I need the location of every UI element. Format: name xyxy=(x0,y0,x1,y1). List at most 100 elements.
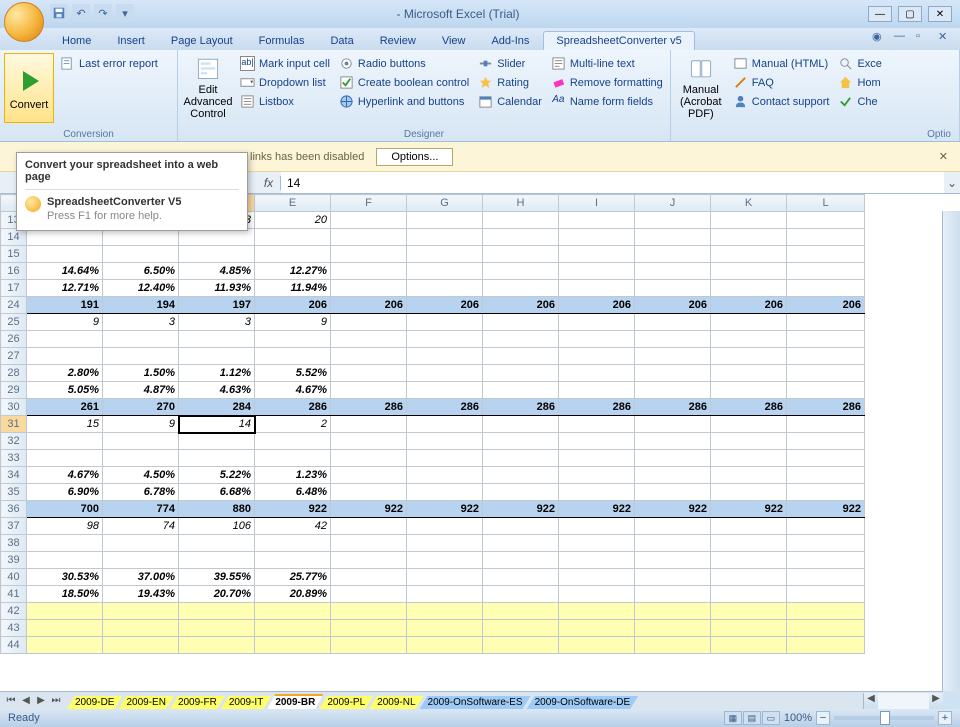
sheet-prev-icon[interactable]: ◀ xyxy=(19,695,33,706)
row-header-37[interactable]: 37 xyxy=(1,518,27,535)
cell-B29[interactable]: 5.05% xyxy=(27,382,103,399)
cell-B38[interactable] xyxy=(27,535,103,552)
sheet-tab-2009-OnSoftware-DE[interactable]: 2009-OnSoftware-DE xyxy=(527,696,639,709)
row-header-40[interactable]: 40 xyxy=(1,569,27,586)
sheet-tab-2009-OnSoftware-ES[interactable]: 2009-OnSoftware-ES xyxy=(420,696,531,709)
cell-K39[interactable] xyxy=(711,552,787,569)
ribbon-tab-data[interactable]: Data xyxy=(318,32,365,50)
row-header-39[interactable]: 39 xyxy=(1,552,27,569)
multi-line-text-button[interactable]: Multi-line text xyxy=(548,55,666,72)
cell-L24[interactable]: 206 xyxy=(787,297,865,314)
cell-E40[interactable]: 25.77% xyxy=(255,569,331,586)
cell-J41[interactable] xyxy=(635,586,711,603)
cell-C28[interactable]: 1.50% xyxy=(103,365,179,382)
cell-D34[interactable]: 5.22% xyxy=(179,467,255,484)
cell-D30[interactable]: 284 xyxy=(179,399,255,416)
cell-B30[interactable]: 261 xyxy=(27,399,103,416)
ribbon-tab-review[interactable]: Review xyxy=(368,32,428,50)
cell-J35[interactable] xyxy=(635,484,711,501)
cell-I13[interactable] xyxy=(559,212,635,229)
cell-F39[interactable] xyxy=(331,552,407,569)
cell-H44[interactable] xyxy=(483,637,559,654)
cell-F35[interactable] xyxy=(331,484,407,501)
cell-C34[interactable]: 4.50% xyxy=(103,467,179,484)
cell-C40[interactable]: 37.00% xyxy=(103,569,179,586)
cell-L37[interactable] xyxy=(787,518,865,535)
cell-H17[interactable] xyxy=(483,280,559,297)
cell-E43[interactable] xyxy=(255,620,331,637)
last-error-report-button[interactable]: Last error report xyxy=(57,55,161,72)
cell-D32[interactable] xyxy=(179,433,255,450)
cell-K27[interactable] xyxy=(711,348,787,365)
convert-button[interactable]: Convert xyxy=(4,53,54,123)
cell-K25[interactable] xyxy=(711,314,787,331)
cell-K44[interactable] xyxy=(711,637,787,654)
cell-K32[interactable] xyxy=(711,433,787,450)
row-header-17[interactable]: 17 xyxy=(1,280,27,297)
sheet-next-icon[interactable]: ▶ xyxy=(34,695,48,706)
cell-E26[interactable] xyxy=(255,331,331,348)
cell-B32[interactable] xyxy=(27,433,103,450)
cell-G16[interactable] xyxy=(407,263,483,280)
cell-H30[interactable]: 286 xyxy=(483,399,559,416)
cell-D24[interactable]: 197 xyxy=(179,297,255,314)
cell-G26[interactable] xyxy=(407,331,483,348)
cell-H29[interactable] xyxy=(483,382,559,399)
ribbon-minimize-icon[interactable]: — xyxy=(894,30,908,44)
cell-G33[interactable] xyxy=(407,450,483,467)
cell-H27[interactable] xyxy=(483,348,559,365)
cell-J24[interactable]: 206 xyxy=(635,297,711,314)
radio-buttons-button[interactable]: Radio buttons xyxy=(336,55,472,72)
cell-H32[interactable] xyxy=(483,433,559,450)
slider-button[interactable]: Slider xyxy=(475,55,545,72)
cell-E17[interactable]: 11.94% xyxy=(255,280,331,297)
cell-K14[interactable] xyxy=(711,229,787,246)
cell-J32[interactable] xyxy=(635,433,711,450)
cell-I36[interactable]: 922 xyxy=(559,501,635,518)
security-options-button[interactable]: Options... xyxy=(376,148,453,166)
cell-G41[interactable] xyxy=(407,586,483,603)
cell-J16[interactable] xyxy=(635,263,711,280)
cell-G24[interactable]: 206 xyxy=(407,297,483,314)
cell-E39[interactable] xyxy=(255,552,331,569)
cell-G32[interactable] xyxy=(407,433,483,450)
row-header-30[interactable]: 30 xyxy=(1,399,27,416)
spreadsheet-grid[interactable]: BCDEFGHIJKL134713132014151614.64%6.50%4.… xyxy=(0,194,960,691)
cell-J17[interactable] xyxy=(635,280,711,297)
cell-E31[interactable]: 2 xyxy=(255,416,331,433)
cell-I40[interactable] xyxy=(559,569,635,586)
cell-H24[interactable]: 206 xyxy=(483,297,559,314)
cell-H35[interactable] xyxy=(483,484,559,501)
cell-C16[interactable]: 6.50% xyxy=(103,263,179,280)
cell-I27[interactable] xyxy=(559,348,635,365)
help-icon[interactable]: ◉ xyxy=(872,30,886,44)
sheet-tab-2009-BR[interactable]: 2009-BR xyxy=(267,694,323,709)
view-normal-button[interactable]: ▦ xyxy=(724,711,742,725)
row-header-31[interactable]: 31 xyxy=(1,416,27,433)
office-button[interactable] xyxy=(4,2,44,42)
cell-J43[interactable] xyxy=(635,620,711,637)
cell-J26[interactable] xyxy=(635,331,711,348)
cell-B35[interactable]: 6.90% xyxy=(27,484,103,501)
cell-E15[interactable] xyxy=(255,246,331,263)
cell-H13[interactable] xyxy=(483,212,559,229)
cell-H42[interactable] xyxy=(483,603,559,620)
cell-E13[interactable]: 20 xyxy=(255,212,331,229)
cell-L31[interactable] xyxy=(787,416,865,433)
cell-F34[interactable] xyxy=(331,467,407,484)
cell-E35[interactable]: 6.48% xyxy=(255,484,331,501)
cell-H16[interactable] xyxy=(483,263,559,280)
cell-H38[interactable] xyxy=(483,535,559,552)
cell-D42[interactable] xyxy=(179,603,255,620)
mark-input-cell-button[interactable]: ab|Mark input cell xyxy=(237,55,333,72)
cell-L33[interactable] xyxy=(787,450,865,467)
cell-H15[interactable] xyxy=(483,246,559,263)
cell-D43[interactable] xyxy=(179,620,255,637)
cell-G39[interactable] xyxy=(407,552,483,569)
cell-K33[interactable] xyxy=(711,450,787,467)
cell-F14[interactable] xyxy=(331,229,407,246)
cell-E14[interactable] xyxy=(255,229,331,246)
cell-L25[interactable] xyxy=(787,314,865,331)
cell-G29[interactable] xyxy=(407,382,483,399)
qat-dropdown-icon[interactable]: ▾ xyxy=(116,4,134,22)
